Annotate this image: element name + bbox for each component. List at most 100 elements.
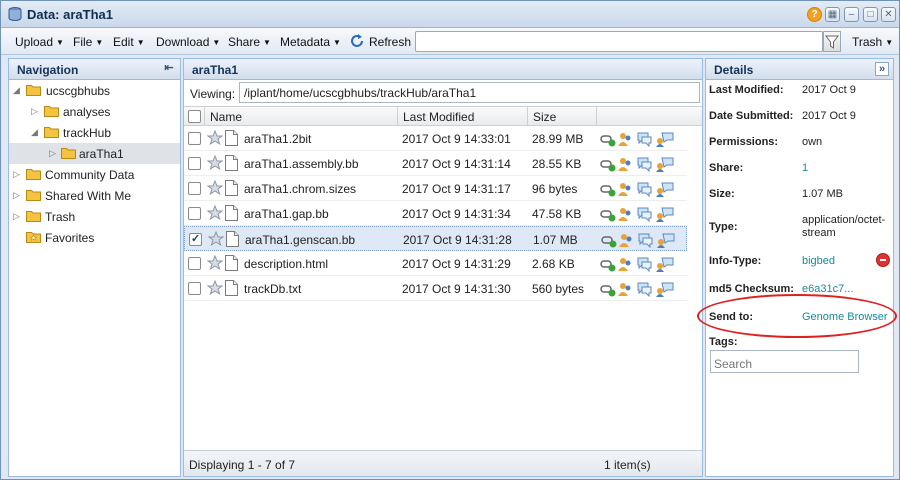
row-checkbox[interactable] (189, 232, 202, 246)
tree-item-trackhub[interactable]: ◢ trackHub (9, 122, 180, 143)
row-checkbox[interactable] (188, 182, 201, 195)
folder-icon (44, 127, 59, 138)
file-last-modified: 2017 Oct 9 14:31:28 (403, 233, 512, 247)
minimize-icon[interactable]: – (844, 7, 859, 22)
chevron-down-icon: ▼ (263, 38, 271, 47)
row-checkbox[interactable] (188, 207, 201, 220)
column-header-last-modified[interactable]: Last Modified (403, 110, 474, 124)
row-checkbox[interactable] (188, 257, 201, 270)
refresh-icon[interactable] (349, 33, 365, 49)
file-row[interactable]: araTha1.assembly.bb 2017 Oct 9 14:31:14 28… (184, 151, 687, 176)
row-actions[interactable] (600, 181, 680, 198)
trash-menu-label: Trash (852, 35, 883, 49)
file-name[interactable]: araTha1.chrom.sizes (244, 182, 356, 196)
tree-item-community-data[interactable]: ▷ Community Data (9, 164, 180, 185)
collapse-left-icon[interactable]: ⇤ (162, 62, 176, 76)
row-actions[interactable] (600, 206, 680, 223)
maximize-icon[interactable]: □ (863, 7, 878, 22)
info-type-link[interactable]: bigbed (802, 255, 835, 267)
row-checkbox[interactable] (188, 157, 201, 170)
row-actions[interactable] (600, 156, 680, 173)
favorite-star-icon[interactable] (207, 255, 223, 271)
tree-item-label: Favorites (45, 231, 95, 245)
collapsed-triangle-icon[interactable]: ▷ (13, 169, 20, 180)
file-row[interactable]: araTha1.chrom.sizes 2017 Oct 9 14:31:17 96… (184, 176, 687, 201)
type-value-line2: stream (802, 227, 836, 239)
row-checkbox[interactable] (188, 282, 201, 295)
close-icon[interactable]: ✕ (881, 7, 896, 22)
collapsed-triangle-icon[interactable]: ▷ (13, 190, 20, 201)
md5-checksum-link[interactable]: e6a31c7... (802, 283, 853, 295)
file-name[interactable]: description.html (244, 257, 328, 271)
file-size: 28.99 MB (532, 132, 584, 146)
file-row[interactable]: description.html 2017 Oct 9 14:31:29 2.68 … (184, 251, 687, 276)
title-bar[interactable]: Data: araTha1 ? ▦ – □ ✕ (1, 1, 899, 28)
expanded-triangle-icon[interactable]: ◢ (13, 85, 20, 96)
tree-item-aratha1[interactable]: ▷ araTha1 (9, 143, 180, 164)
row-actions[interactable] (601, 232, 681, 249)
file-name[interactable]: trackDb.txt (244, 282, 301, 296)
permissions-label: Permissions: (709, 136, 779, 148)
file-row[interactable]: araTha1.genscan.bb 2017 Oct 9 14:31:28 1.0… (184, 226, 687, 251)
column-header-name[interactable]: Name (210, 110, 242, 124)
favorite-star-icon[interactable] (207, 180, 223, 196)
select-all-checkbox[interactable] (188, 110, 201, 123)
tree-item-analyses[interactable]: ▷ analyses (9, 101, 180, 122)
file-menu[interactable]: File ▼ (73, 35, 103, 49)
file-row[interactable]: araTha1.2bit 2017 Oct 9 14:33:01 28.99 MB (184, 126, 687, 151)
file-row[interactable]: araTha1.gap.bb 2017 Oct 9 14:31:34 47.58 K… (184, 201, 687, 226)
details-header: Details » (706, 59, 893, 80)
help-icon[interactable]: ? (807, 7, 822, 22)
tree-item-trash[interactable]: ▷ Trash (9, 206, 180, 227)
collapse-right-icon[interactable]: » (875, 62, 889, 76)
collapsed-triangle-icon[interactable]: ▷ (49, 148, 56, 159)
metadata-menu[interactable]: Metadata ▼ (280, 35, 341, 49)
md5-label: md5 Checksum: (709, 283, 794, 295)
tree-item-ucscgbhubs[interactable]: ◢ ucscgbhubs (9, 80, 180, 101)
download-menu[interactable]: Download ▼ (156, 35, 220, 49)
favorite-star-icon[interactable] (207, 280, 223, 296)
row-checkbox[interactable] (188, 132, 201, 145)
filter-icon (825, 35, 839, 49)
folder-icon (44, 106, 59, 117)
upload-menu-label: Upload (15, 35, 54, 49)
viewing-label: Viewing: (190, 87, 236, 101)
layout-icon[interactable]: ▦ (825, 7, 840, 22)
grid-scrollbar[interactable] (687, 126, 702, 450)
file-row[interactable]: trackDb.txt 2017 Oct 9 14:31:30 560 bytes (184, 276, 687, 301)
favorite-star-icon[interactable] (207, 205, 223, 221)
search-input[interactable] (415, 31, 823, 52)
upload-menu[interactable]: Upload ▼ (15, 35, 64, 49)
edit-menu[interactable]: Edit ▼ (113, 35, 145, 49)
row-actions[interactable] (600, 281, 680, 298)
refresh-button[interactable]: Refresh (369, 35, 411, 49)
favorite-star-icon[interactable] (208, 231, 224, 247)
send-to-genome-browser-link[interactable]: Genome Browser (802, 311, 888, 323)
favorite-star-icon[interactable] (207, 130, 223, 146)
file-size: 28.55 KB (532, 157, 582, 171)
share-menu[interactable]: Share ▼ (228, 35, 271, 49)
share-menu-label: Share (228, 35, 261, 49)
path-field[interactable]: /iplant/home/ucscgbhubs/trackHub/araTha1 (239, 82, 700, 103)
column-header-size[interactable]: Size (533, 110, 556, 124)
file-name[interactable]: araTha1.genscan.bb (245, 233, 355, 247)
file-name[interactable]: araTha1.assembly.bb (244, 157, 359, 171)
tree-item-shared-with-me[interactable]: ▷ Shared With Me (9, 185, 180, 206)
share-count-link[interactable]: 1 (802, 162, 808, 174)
file-name[interactable]: araTha1.gap.bb (244, 207, 329, 221)
tags-search-input[interactable] (710, 350, 859, 373)
folder-icon (26, 211, 41, 222)
row-actions[interactable] (600, 131, 680, 148)
filter-button[interactable] (823, 31, 841, 52)
row-actions[interactable] (600, 256, 680, 273)
expanded-triangle-icon[interactable]: ◢ (31, 127, 38, 138)
tree-item-label: analyses (63, 105, 111, 119)
favorite-star-icon[interactable] (207, 155, 223, 171)
window-title: Data: araTha1 (27, 7, 113, 22)
trash-menu[interactable]: Trash ▼ (852, 35, 893, 49)
tree-item-favorites[interactable]: Favorites (9, 227, 180, 248)
collapsed-triangle-icon[interactable]: ▷ (13, 211, 20, 222)
remove-info-type-icon[interactable] (876, 253, 890, 267)
collapsed-triangle-icon[interactable]: ▷ (31, 106, 38, 117)
file-name[interactable]: araTha1.2bit (244, 132, 311, 146)
